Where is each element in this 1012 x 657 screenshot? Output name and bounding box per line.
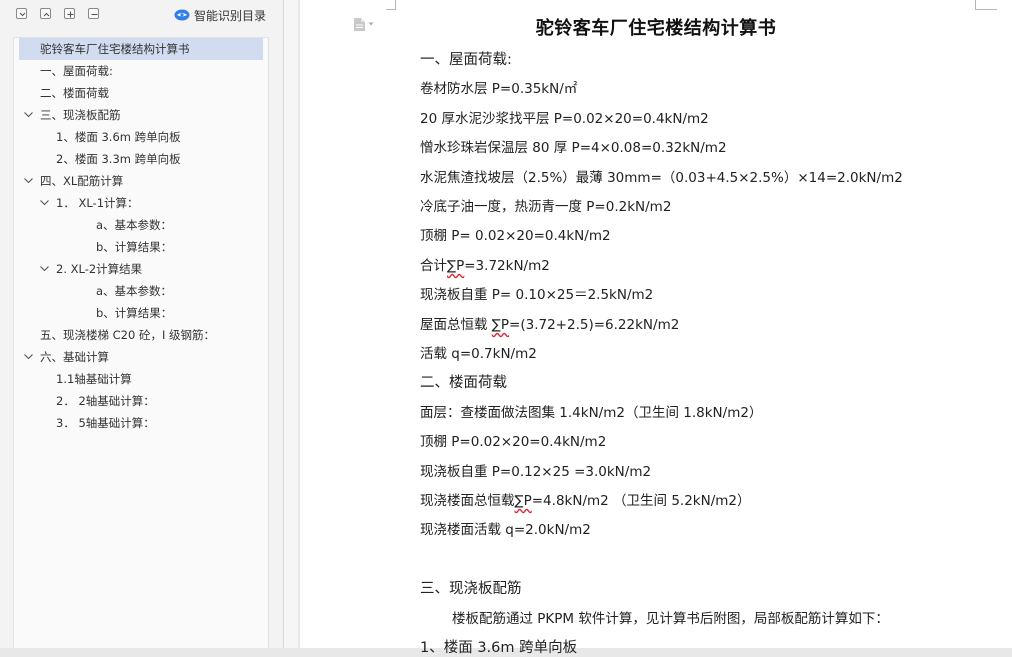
text-run: 现浇板自重 P=0.12×25 =3.0kN/m2 [420,464,652,480]
body-line: 面层：查楼面做法图集 1.4kN/m2（卫生间 1.8kN/m2） [420,401,762,421]
pane-splitter[interactable] [284,0,298,648]
text-run: =(3.72+2.5)=6.22kN/m2 [509,317,680,333]
toc-item-label: 一、屋面荷载: [40,64,113,78]
text-run: 合计 [420,258,447,274]
toc-item-label: 二、楼面荷载 [40,86,109,100]
toc-item-label: 三、现浇板配筋 [40,108,121,122]
chevron-down-icon [24,178,33,184]
chevron-down-icon [24,354,33,360]
toc-item-label: a、基本参数： [96,284,173,298]
spellcheck-text: ∑P [491,317,510,333]
text-run: 一、屋面荷载: [420,52,512,68]
text-run: 现浇板自重 P= 0.10×25＝2.5kN/m2 [420,287,654,303]
body-line: 顶棚 P= 0.02×20=0.4kN/m2 [420,224,611,244]
text-run: 面层：查楼面做法图集 1.4kN/m2（卫生间 1.8kN/m2） [420,405,763,421]
body-line: 现浇楼面总恒载∑P=4.8kN/m2 （卫生间 5.2kN/m2） [420,489,751,509]
toc-item-label: 四、XL配筋计算 [40,174,124,188]
toc-item-label: b、计算结果： [96,306,173,320]
body-line: 卷材防水层 P=0.35kN/㎡ [420,77,577,97]
expand-toggle[interactable] [39,192,51,214]
outline-toolbar: 智能识别目录 [0,0,283,30]
toc-item-label: 1.1轴基础计算 [56,372,132,386]
text-run: =4.8kN/m2 （卫生间 5.2kN/m2） [531,493,751,509]
text-run: 现浇楼面总恒载 [420,493,515,509]
body-line: 现浇板自重 P=0.12×25 =3.0kN/m2 [420,460,651,480]
spellcheck-text: ∑P [447,258,465,274]
text-run: 水泥焦渣找坡层（2.5%）最薄 30mm=（0.03+4.5×2.5%）×14=… [420,170,903,186]
text-run: 冷底子油一度，热沥青一度 P=0.2kN/m2 [420,199,672,215]
spellcheck-text: ∑P [514,493,532,509]
toc-item-label: a、基本参数： [96,218,173,232]
body-line: 活载 q=0.7kN/m2 [420,342,537,362]
text-run: 三、现浇板配筋 [420,581,522,597]
toc-item-label: 2． 2轴基础计算： [56,394,155,408]
expand-toggle[interactable] [23,104,35,126]
body-line: 现浇楼面活载 q=2.0kN/m2 [420,518,591,538]
toc-item-label: 2、楼面 3.3m 跨单向板 [56,152,181,166]
plus-icon [67,11,74,18]
body-line: 冷底子油一度，热沥青一度 P=0.2kN/m2 [420,195,671,215]
body-line: 屋面总恒载 ∑P=(3.72+2.5)=6.22kN/m2 [420,313,679,333]
toc-list: 驼铃客车厂住宅楼结构计算书 一、屋面荷载: 二、楼面荷载 三、现浇板配筋 1、楼面 3.… [13,37,269,648]
body-line: 20 厚水泥沙浆找平层 P=0.02×20=0.4kN/m2 [420,107,709,127]
remove-heading-button[interactable] [88,8,99,19]
text-run: 二、楼面荷载 [420,375,507,391]
text-run: 顶棚 P= 0.02×20=0.4kN/m2 [420,228,611,244]
toc-item-label: 1． XL-1计算： [56,196,139,210]
expand-toggle[interactable] [39,258,51,280]
expand-toggle[interactable] [23,346,35,368]
section-heading: 三、现浇板配筋 [420,577,522,598]
chevron-down-icon [24,112,33,118]
toc-item-label: 六、基础计算 [40,350,109,364]
chevron-up-icon [43,12,50,17]
minus-icon [91,13,98,16]
text-run: 卷材防水层 P=0.35kN/㎡ [420,81,578,97]
chevron-down-icon [40,200,49,206]
expand-all-button[interactable] [40,8,51,19]
section-heading: 二、楼面荷载 [420,371,507,392]
page-corner-mark [975,9,997,10]
text-run: =3.72kN/m2 [464,258,550,274]
smart-toc-label: 智能识别目录 [194,8,267,23]
toc-item-label: 驼铃客车厂住宅楼结构计算书 [40,42,190,56]
section-heading: 一、屋面荷载: [420,48,512,69]
text-run: 屋面总恒载 [420,317,492,333]
expand-toggle[interactable] [23,170,35,192]
text-run: 活载 q=0.7kN/m2 [420,346,537,362]
toc-item-label: 2. XL-2计算结果 [56,262,143,276]
body-line: 现浇板自重 P= 0.10×25＝2.5kN/m2 [420,283,653,303]
section-heading: 1、楼面 3.6m 跨单向板 [420,636,577,657]
toc-item[interactable]: 驼铃客车厂住宅楼结构计算书 [19,38,263,60]
outline-pane: 智能识别目录 驼铃客车厂住宅楼结构计算书 一、屋面荷载: 二、楼面荷载 三、现浇板配筋… [0,0,284,648]
collapse-all-button[interactable] [16,8,27,19]
document-title: 驼铃客车厂住宅楼结构计算书 [535,18,777,39]
text-run: 楼板配筋通过 PKPM 软件计算，见计算书后附图，局部板配筋计算如下： [452,611,889,627]
body-line: 憎水珍珠岩保温层 80 厚 P=4×0.08=0.32kN/m2 [420,136,727,156]
chevron-down-icon [40,266,49,272]
add-heading-button[interactable] [64,8,75,19]
toc-item-label: 五、现浇楼梯 C20 砼，I 级钢筋： [40,328,216,342]
text-run: 1、楼面 3.6m 跨单向板 [420,640,578,656]
text-run: 现浇楼面活载 q=2.0kN/m2 [420,522,591,538]
document-page: 驼铃客车厂住宅楼结构计算书 一、屋面荷载: 卷材防水层 P=0.35kN/㎡ 20 … [300,0,1012,656]
text-run: 憎水珍珠岩保温层 80 厚 P=4×0.08=0.32kN/m2 [420,140,727,156]
body-line: 合计∑P=3.72kN/m2 [420,254,550,274]
toc-item-label: 3． 5轴基础计算： [56,416,155,430]
page-corner-mark [386,9,396,10]
body-line: 楼板配筋通过 PKPM 软件计算，见计算书后附图，局部板配筋计算如下： [452,607,889,627]
toc-item-label: b、计算结果： [96,240,173,254]
text-run: 20 厚水泥沙浆找平层 P=0.02×20=0.4kN/m2 [420,111,709,127]
body-line: 水泥焦渣找坡层（2.5%）最薄 30mm=（0.03+4.5×2.5%）×14=… [420,166,903,186]
smart-toc-button[interactable]: 智能识别目录 [174,6,266,24]
text-run: 顶棚 P=0.02×20=0.4kN/m2 [420,434,607,450]
smart-eye-icon [174,9,190,21]
chevron-down-icon [19,12,26,17]
toc-item-label: 1、楼面 3.6m 跨单向板 [56,130,181,144]
body-line: 顶棚 P=0.02×20=0.4kN/m2 [420,430,606,450]
